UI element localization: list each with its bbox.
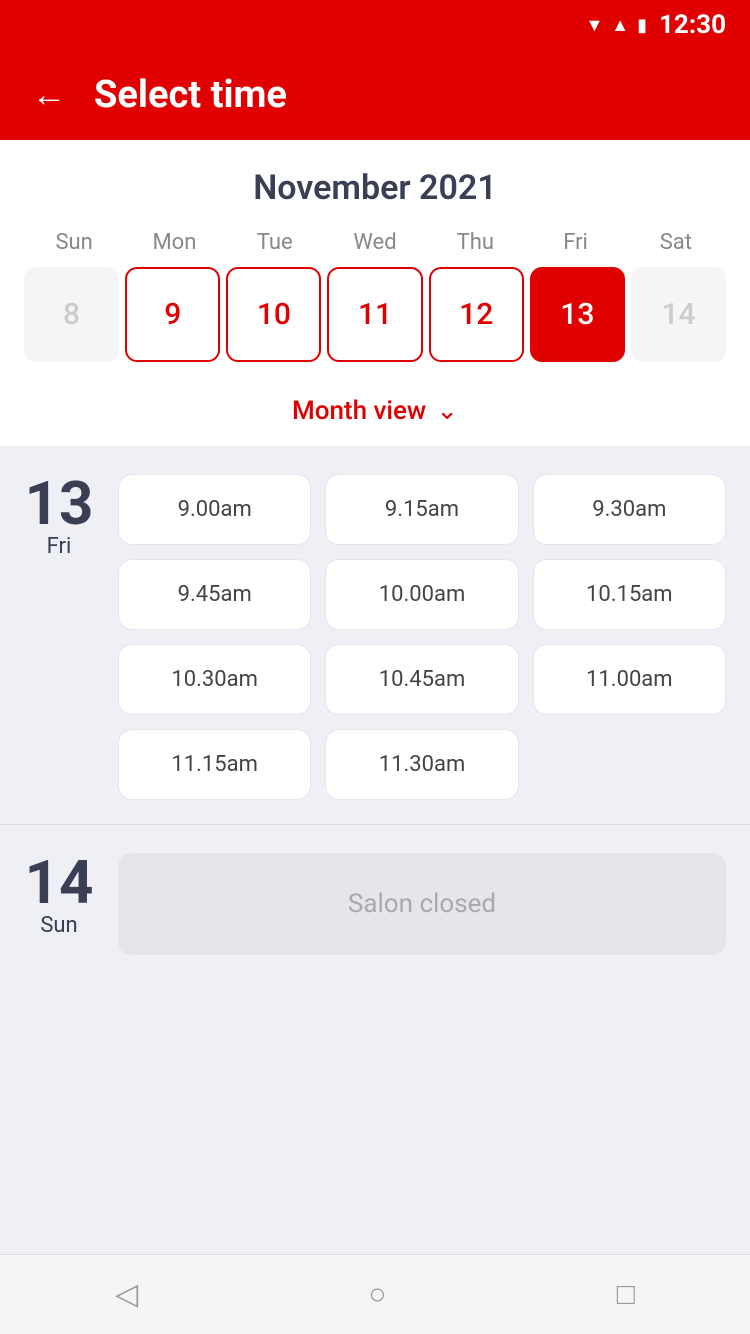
day-header-fri: Fri bbox=[525, 230, 625, 255]
day-number-14: 14 bbox=[25, 853, 94, 913]
day-name-14: Sun bbox=[40, 913, 77, 938]
day-header-thu: Thu bbox=[425, 230, 525, 255]
day-block-14: 14 Sun Salon closed bbox=[0, 824, 750, 979]
nav-recent-icon[interactable]: □ bbox=[617, 1277, 635, 1312]
signal-icon: ▲ bbox=[611, 15, 629, 36]
nav-home-icon[interactable]: ○ bbox=[368, 1277, 386, 1312]
chevron-down-icon: ⌄ bbox=[436, 398, 458, 424]
date-cell-13[interactable]: 13 bbox=[530, 267, 625, 362]
time-slot-1000am[interactable]: 10.00am bbox=[325, 559, 518, 630]
calendar-section: November 2021 Sun Mon Tue Wed Thu Fri Sa… bbox=[0, 140, 750, 446]
day-header-sat: Sat bbox=[626, 230, 726, 255]
month-view-label: Month view bbox=[292, 396, 426, 426]
month-year-label: November 2021 bbox=[24, 168, 726, 208]
status-time: 12:30 bbox=[659, 10, 726, 40]
timeslots-section: 13 Fri 9.00am 9.15am 9.30am 9.45am 10.00… bbox=[0, 446, 750, 999]
time-slot-1030am[interactable]: 10.30am bbox=[118, 644, 311, 715]
day-header-mon: Mon bbox=[124, 230, 224, 255]
time-slot-945am[interactable]: 9.45am bbox=[118, 559, 311, 630]
date-cell-10[interactable]: 10 bbox=[226, 267, 321, 362]
time-slot-1130am[interactable]: 11.30am bbox=[325, 729, 518, 800]
nav-back-icon[interactable]: ◁ bbox=[115, 1277, 138, 1312]
time-slot-930am[interactable]: 9.30am bbox=[533, 474, 726, 545]
wifi-icon: ▼ bbox=[585, 15, 603, 36]
time-slot-1100am[interactable]: 11.00am bbox=[533, 644, 726, 715]
day-info-row-13: 13 Fri 9.00am 9.15am 9.30am 9.45am 10.00… bbox=[24, 474, 726, 800]
date-cell-12[interactable]: 12 bbox=[429, 267, 524, 362]
day-header-tue: Tue bbox=[225, 230, 325, 255]
date-row: 8 9 10 11 12 13 14 bbox=[24, 267, 726, 380]
day-name-13: Fri bbox=[47, 534, 72, 559]
status-icons: ▼ ▲ ▮ bbox=[585, 15, 647, 36]
day-number-col-13: 13 Fri bbox=[24, 474, 94, 559]
status-bar: ▼ ▲ ▮ 12:30 bbox=[0, 0, 750, 50]
salon-closed-box: Salon closed bbox=[118, 853, 726, 955]
slots-grid-13: 9.00am 9.15am 9.30am 9.45am 10.00am 10.1… bbox=[118, 474, 726, 800]
month-view-toggle[interactable]: Month view ⌄ bbox=[24, 380, 726, 446]
header: ← Select time bbox=[0, 50, 750, 140]
date-cell-11[interactable]: 11 bbox=[327, 267, 422, 362]
date-cell-8[interactable]: 8 bbox=[24, 267, 119, 362]
time-slot-1045am[interactable]: 10.45am bbox=[325, 644, 518, 715]
page-title: Select time bbox=[94, 73, 287, 117]
day-headers-row: Sun Mon Tue Wed Thu Fri Sat bbox=[24, 230, 726, 255]
time-slot-915am[interactable]: 9.15am bbox=[325, 474, 518, 545]
day-number-col-14: 14 Sun bbox=[24, 853, 94, 938]
date-cell-14[interactable]: 14 bbox=[631, 267, 726, 362]
day-header-wed: Wed bbox=[325, 230, 425, 255]
date-cell-9[interactable]: 9 bbox=[125, 267, 220, 362]
time-slot-1115am[interactable]: 11.15am bbox=[118, 729, 311, 800]
battery-icon: ▮ bbox=[637, 15, 647, 36]
nav-bar: ◁ ○ □ bbox=[0, 1254, 750, 1334]
time-slot-900am[interactable]: 9.00am bbox=[118, 474, 311, 545]
time-slot-1015am[interactable]: 10.15am bbox=[533, 559, 726, 630]
day-header-sun: Sun bbox=[24, 230, 124, 255]
day-info-row-14: 14 Sun Salon closed bbox=[24, 853, 726, 955]
back-button[interactable]: ← bbox=[32, 78, 66, 112]
day-block-13: 13 Fri 9.00am 9.15am 9.30am 9.45am 10.00… bbox=[0, 446, 750, 824]
day-number-13: 13 bbox=[25, 474, 94, 534]
